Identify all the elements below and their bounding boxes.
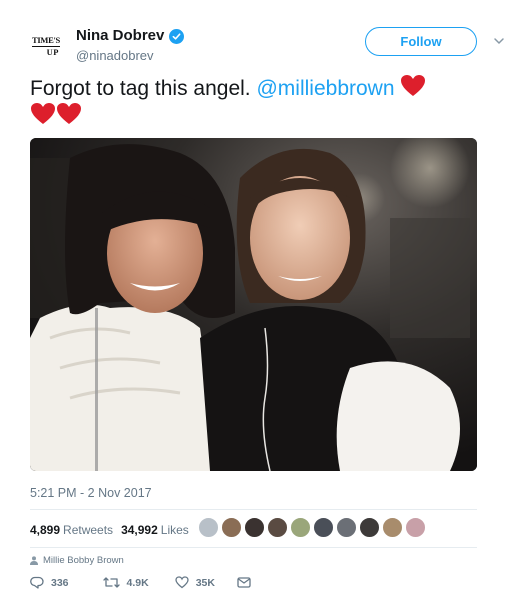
like-action-count: 35K [195,576,215,589]
like-action[interactable]: 35K [175,576,215,589]
liker-avatar[interactable] [198,517,219,538]
reply-action[interactable]: 336 [30,576,69,589]
heart-outline-icon [175,576,189,589]
retweet-icon [102,577,120,588]
liker-avatars[interactable] [198,517,426,538]
tweet-header: TIME'S UP Nina Dobrev @ninadobrev Follow [30,26,504,64]
follow-button-label: Follow [400,34,442,49]
divider [30,509,477,510]
display-name-row: Nina Dobrev [76,26,185,46]
avatar-text-line2: UP [46,46,59,57]
avatar-text-line1: TIME'S [32,35,60,47]
display-name[interactable]: Nina Dobrev [76,26,164,46]
chevron-down-icon[interactable] [492,34,505,48]
liker-avatar[interactable] [313,517,334,538]
tweet-text: Forgot to tag this angel. @milliebbrown [30,74,480,130]
retweet-label: Retweets [63,523,114,537]
liker-avatar[interactable] [221,517,242,538]
like-count: 34,992 [121,523,158,537]
heart-emoji-icon [31,103,55,124]
liker-avatar[interactable] [382,517,403,538]
tweet-actions: 336 4.9K 35K [30,576,251,589]
author-names[interactable]: Nina Dobrev @ninadobrev [76,26,185,64]
person-icon [30,556,38,565]
user-handle[interactable]: @ninadobrev [76,47,184,64]
liker-avatar[interactable] [244,517,265,538]
liker-avatar[interactable] [267,517,288,538]
reply-count: 336 [51,576,69,589]
verified-badge-icon [169,28,185,44]
liker-avatar[interactable] [359,517,380,538]
retweet-count: 4,899 [30,523,61,537]
mention-link[interactable]: @milliebbrown [256,77,394,100]
retweet-stat[interactable]: 4,899 Retweets [30,523,113,537]
tweet-photo[interactable] [30,138,477,471]
heart-emoji-icon [57,103,81,124]
liker-avatar[interactable] [405,517,426,538]
liker-avatar[interactable] [336,517,357,538]
liker-avatar[interactable] [290,517,311,538]
retweet-action-count: 4.9K [126,576,149,589]
envelope-icon [237,577,251,588]
heart-emoji-icon [401,75,426,96]
tweet-timestamp[interactable]: 5:21 PM - 2 Nov 2017 [30,486,152,500]
direct-message-action[interactable] [237,577,251,588]
follow-button[interactable]: Follow [365,27,477,56]
tweet-body: Forgot to tag this angel. [30,77,251,100]
like-stat[interactable]: 34,992 Likes [121,523,189,537]
tagged-user-name: Millie Bobby Brown [43,555,124,566]
like-label: Likes [160,523,189,537]
divider [30,547,477,548]
retweet-action[interactable]: 4.9K [102,576,149,589]
engagement-stats: 4,899 Retweets 34,992 Likes [30,520,197,540]
tagged-user-row[interactable]: Millie Bobby Brown [30,555,124,566]
reply-icon [30,576,44,589]
avatar[interactable]: TIME'S UP [30,30,62,62]
